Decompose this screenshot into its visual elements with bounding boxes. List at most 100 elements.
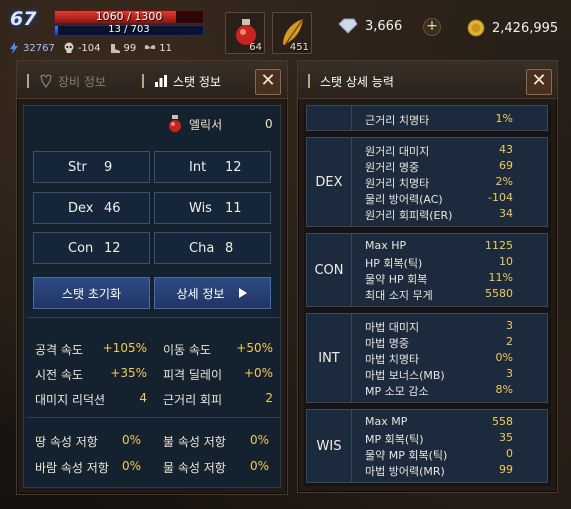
group-separator (351, 106, 352, 130)
wings-icon (145, 45, 156, 49)
detail-row-label: 원거리 대미지 (365, 145, 430, 158)
detail-row-label: HP 회복(틱) (365, 257, 423, 270)
detail-row-value: 1% (495, 112, 513, 125)
stat-name: Int (189, 160, 207, 175)
stat-group-str: 근거리 치명타 1% (306, 105, 548, 131)
skull-icon (64, 42, 74, 53)
detail-row-label: 원거리 회피력(ER) (365, 209, 453, 222)
detail-row-label: 원거리 명중 (365, 161, 420, 174)
attack-speed-label: 공격 속도 (35, 343, 83, 357)
stat-value: 46 (104, 201, 121, 216)
elixir-row: 엘릭서 0 (167, 115, 273, 133)
stat-wings: 11 (144, 42, 172, 54)
gold-currency: 2,426,995 (466, 18, 558, 38)
stat-detail-button[interactable]: 상세 정보 (154, 277, 271, 309)
small-stats: 32767 -104 99 11 (8, 40, 180, 56)
close-button[interactable]: ✕ (526, 69, 552, 95)
detail-row-label: Max MP (365, 415, 408, 428)
mp-bar: 13 / 703 (54, 24, 204, 36)
stat-box-str: Str 9 (33, 151, 150, 183)
detail-row-value: 43 (499, 143, 513, 156)
group-label: WIS (316, 439, 342, 454)
elixir-value: 0 (265, 117, 273, 131)
gold-coin-icon (467, 19, 485, 37)
detail-row-label: 원거리 치명타 (365, 177, 430, 190)
tab-bar (142, 74, 144, 88)
detail-row-value: 0% (495, 351, 513, 364)
tab-stats-label: 스탯 정보 (173, 74, 221, 89)
stat-info-panel: 장비 정보 스탯 정보 ✕ 엘릭서 0 Str 9 Int 12 Dex 46 … (16, 60, 288, 495)
group-label: CON (314, 263, 344, 278)
stat-box-dex: Dex 46 (33, 192, 150, 224)
stat-value: 9 (104, 160, 113, 175)
armor-icon (40, 74, 52, 88)
detail-row-value: 34 (499, 207, 513, 220)
chart-icon (155, 75, 167, 87)
cast-speed-value: +35% (110, 366, 147, 380)
stat-info-header: 장비 정보 스탯 정보 ✕ (17, 61, 287, 99)
fire-resist-label: 불 속성 저항 (163, 435, 226, 449)
detail-row-value: 558 (492, 415, 513, 428)
tab-equipment-label: 장비 정보 (58, 74, 106, 89)
detail-row-value: 1125 (485, 239, 513, 252)
group-separator (351, 410, 352, 482)
wind-resist-label: 바람 속성 저항 (35, 461, 109, 475)
earth-resist-label: 땅 속성 저항 (35, 435, 98, 449)
stat-group-wis: WIS Max MP 558 MP 회복(틱) 35 물약 MP 회복(틱) 0… (306, 409, 548, 483)
stat-lightning: 32767 (8, 42, 55, 54)
hp-text: 1060 / 1300 (95, 10, 163, 23)
group-separator (351, 314, 352, 402)
detail-row-label: MP 회복(틱) (365, 433, 424, 446)
stat-detail-header: 스탯 상세 능력 ✕ (298, 61, 557, 99)
diamond-currency: 3,666 (337, 18, 402, 34)
water-resist-value: 0% (249, 459, 269, 473)
stat-group-con: CON Max HP 1125 HP 회복(틱) 10 물약 HP 회복 11%… (306, 233, 548, 307)
close-button[interactable]: ✕ (255, 69, 281, 95)
hp-bar: 1060 / 1300 (54, 10, 204, 24)
stat-box-wis: Wis 11 (154, 192, 271, 224)
detail-row-value: 35 (499, 431, 513, 444)
stat-value: 12 (225, 160, 242, 175)
stat-value: 8 (225, 241, 234, 256)
stat-box-con: Con 12 (33, 232, 150, 264)
diamond-amount: 3,666 (365, 18, 403, 34)
detail-row-label: 마법 보너스(MB) (365, 369, 445, 382)
detail-row-value: 0 (506, 447, 513, 460)
stat-group-dex: DEX 원거리 대미지 43 원거리 명중 69 원거리 치명타 2% 물리 방… (306, 137, 548, 227)
detail-row-label: 물약 HP 회복 (365, 273, 428, 286)
feather-slot[interactable]: 451 (272, 12, 312, 54)
melee-evasion-label: 근거리 회피 (163, 393, 223, 407)
stat-reset-button[interactable]: 스탯 초기화 (33, 277, 150, 309)
melee-evasion-value: 2 (265, 391, 273, 405)
detail-row-label: MP 소모 감소 (365, 385, 429, 398)
detail-row-label: 최대 소지 무게 (365, 289, 433, 302)
cast-speed-label: 시전 속도 (35, 368, 83, 382)
water-resist-label: 물 속성 저항 (163, 461, 226, 475)
wind-resist-value: 0% (121, 459, 141, 473)
stat-wings-value: 11 (159, 42, 172, 54)
stat-value: 12 (104, 241, 121, 256)
detail-row-label: 마법 치명타 (365, 353, 420, 366)
stat-detail-label: 상세 정보 (176, 286, 225, 301)
detail-row-value: 5580 (485, 287, 513, 300)
gold-amount: 2,426,995 (492, 20, 559, 36)
detail-row-label: 마법 명중 (365, 337, 409, 350)
damage-reduction-value: 4 (139, 391, 147, 405)
tab-stats[interactable]: 스탯 정보 (142, 69, 221, 93)
tab-equipment[interactable]: 장비 정보 (27, 69, 106, 93)
divider (27, 317, 279, 318)
attack-speed-value: +105% (102, 341, 147, 355)
top-hud: 67 1060 / 1300 13 / 703 32767 -104 99 11 (0, 0, 571, 60)
stat-group-int: INT 마법 대미지 3 마법 명중 2 마법 치명타 0% 마법 보너스(MB… (306, 313, 548, 403)
potion-count: 64 (249, 42, 262, 53)
lightning-icon (10, 42, 18, 54)
add-currency-button[interactable]: + (423, 18, 441, 36)
stat-name: Wis (189, 201, 212, 216)
potion-slot[interactable]: 64 (225, 12, 265, 54)
stat-detail-title: 스탯 상세 능력 (308, 69, 394, 93)
stat-name: Dex (68, 201, 94, 216)
tab-bar (27, 74, 29, 88)
detail-row-label: 마법 방어력(MR) (365, 465, 445, 478)
feather-count: 451 (289, 42, 309, 53)
level-badge: 67 (10, 8, 37, 30)
